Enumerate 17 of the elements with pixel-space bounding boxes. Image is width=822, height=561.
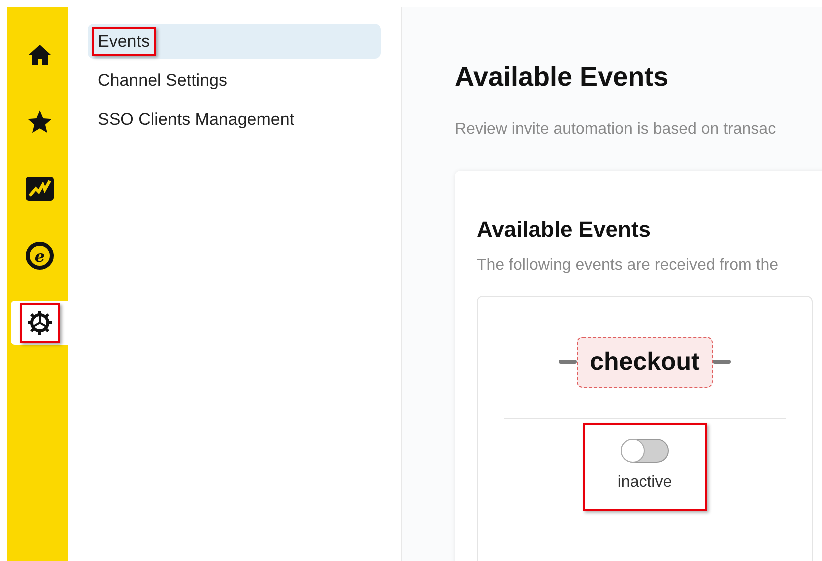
nav-item[interactable]: Events	[88, 24, 381, 59]
chart-icon	[24, 176, 54, 202]
card-description: The following events are received from the	[477, 256, 780, 276]
nav-item[interactable]: Channel Settings	[88, 63, 381, 98]
event-tag: checkout	[577, 336, 713, 388]
card-title: Available Events	[477, 216, 652, 244]
home-icon	[28, 43, 52, 67]
page-title: Available Events	[455, 61, 670, 94]
settings-icon	[26, 309, 54, 337]
nav-item[interactable]: SSO Clients Management	[88, 102, 381, 137]
rail-button[interactable]: e	[11, 234, 68, 278]
toggle-switch[interactable]	[621, 439, 669, 463]
coin-icon: e	[26, 242, 54, 270]
page-description: Review invite automation is based on transac	[455, 120, 778, 140]
status-label: inactive	[618, 473, 672, 493]
rail-button[interactable]	[11, 301, 68, 345]
star-icon	[26, 109, 52, 135]
